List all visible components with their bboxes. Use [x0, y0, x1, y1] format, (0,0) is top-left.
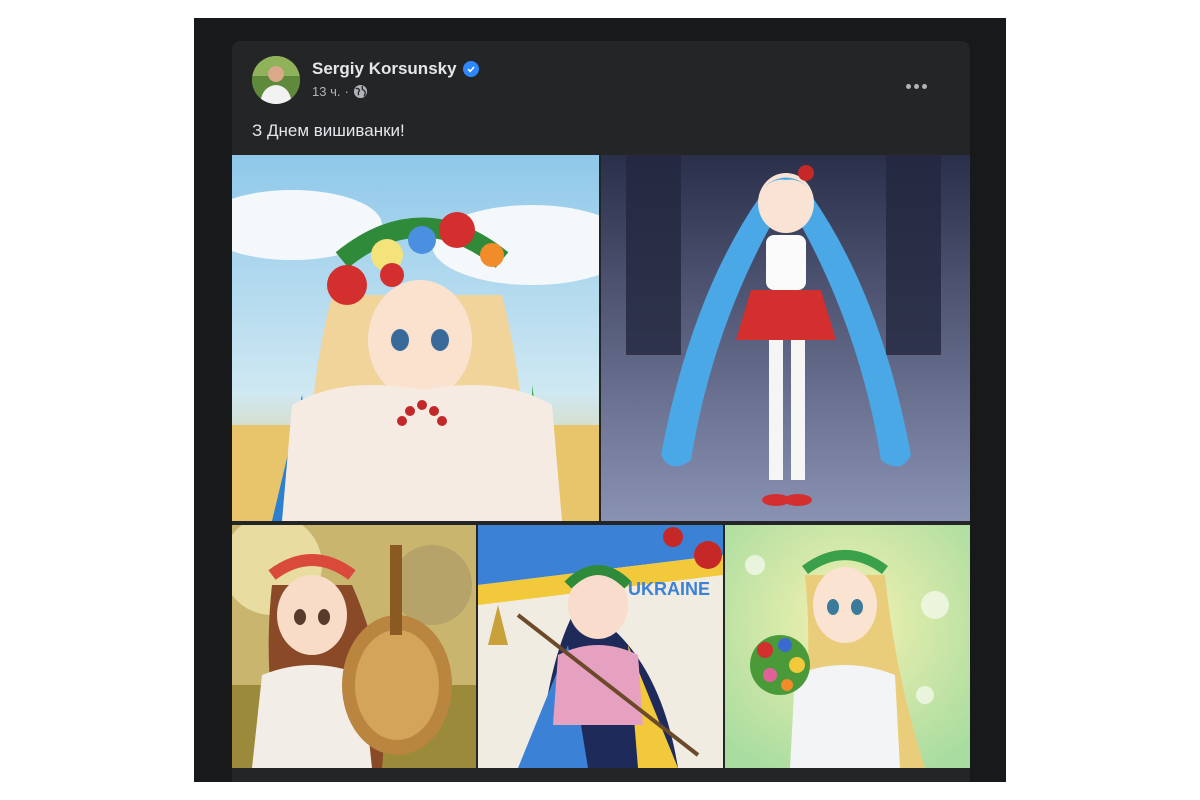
post-header: Sergiy Korsunsky 13 ч. ·	[252, 56, 952, 108]
verified-badge-icon	[462, 61, 479, 77]
post-card: Sergiy Korsunsky 13 ч. · З Днем вишиванк…	[232, 41, 970, 782]
author-name[interactable]: Sergiy Korsunsky	[312, 59, 457, 79]
facebook-feed: Sergiy Korsunsky 13 ч. · З Днем вишиванк…	[194, 18, 1006, 782]
anime-girl-flower-wreath-image[interactable]	[232, 155, 599, 521]
globe-icon	[353, 84, 368, 99]
anime-girl-blue-twintails-image[interactable]	[601, 155, 970, 521]
meta-separator: ·	[344, 84, 349, 99]
anime-girl-bouquet-image[interactable]	[725, 525, 970, 768]
post-time[interactable]: 13 ч.	[312, 84, 340, 99]
avatar[interactable]	[252, 56, 300, 104]
ukraine-caption: UKRAINE	[628, 579, 710, 599]
anime-girl-bandura-image[interactable]	[232, 525, 476, 768]
post-text: З Днем вишиванки!	[252, 121, 405, 140]
more-options-icon[interactable]	[898, 68, 934, 104]
anime-girl-ukraine-ribbons-image[interactable]: UKRAINE	[478, 525, 723, 768]
